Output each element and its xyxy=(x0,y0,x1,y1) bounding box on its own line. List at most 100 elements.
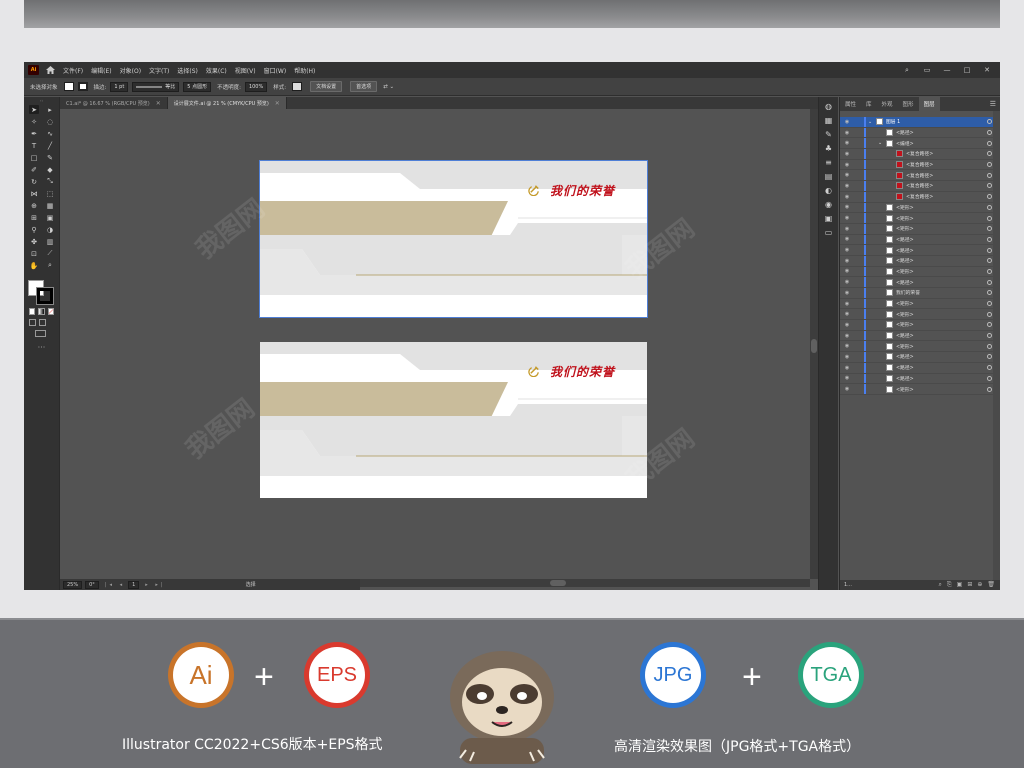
visibility-eye-icon[interactable]: ◉ xyxy=(843,386,851,392)
target-circle-icon[interactable] xyxy=(987,215,992,221)
visibility-eye-icon[interactable]: ◉ xyxy=(843,375,851,381)
arrange-icon[interactable]: ▭ xyxy=(922,65,932,75)
none-mode-icon[interactable] xyxy=(47,308,54,315)
delete-layer-icon[interactable]: 🗑 xyxy=(987,581,995,589)
new-sublayer-icon[interactable]: ⊞ xyxy=(967,581,972,589)
color-mode-icon[interactable] xyxy=(29,308,36,315)
slice-tool-icon[interactable]: ⟋ xyxy=(45,249,55,258)
layer-row[interactable]: ◉ <复合路径> xyxy=(840,149,1000,160)
target-circle-icon[interactable] xyxy=(987,301,992,307)
mesh-tool-icon[interactable]: ⊞ xyxy=(29,213,39,222)
new-layer-icon[interactable]: ⊕ xyxy=(977,581,982,589)
visibility-eye-icon[interactable]: ◉ xyxy=(843,236,851,242)
layer-row[interactable]: ◉ <复合路径> xyxy=(840,170,1000,182)
layer-row[interactable]: ◉ <路径> xyxy=(840,234,1000,246)
line-tool-icon[interactable]: ╱ xyxy=(45,141,55,150)
visibility-eye-icon[interactable]: ◉ xyxy=(843,119,851,125)
type-tool-icon[interactable]: T xyxy=(29,141,39,150)
tab-properties[interactable]: 属性 xyxy=(840,97,861,111)
stroke-swatch[interactable] xyxy=(77,82,88,91)
menu-object[interactable]: 对象(O) xyxy=(120,66,141,75)
layers-scrollbar[interactable] xyxy=(993,111,1000,580)
menu-window[interactable]: 窗口(W) xyxy=(264,66,287,75)
edit-toolbar-icon[interactable]: ··· xyxy=(24,343,59,352)
shape-builder-tool-icon[interactable]: ⊕ xyxy=(29,201,39,210)
draw-mode-icon[interactable] xyxy=(29,319,36,326)
screen-mode-icon[interactable] xyxy=(35,330,46,337)
magic-wand-tool-icon[interactable]: ✧ xyxy=(29,117,39,126)
rotate-view-field[interactable]: 0° xyxy=(85,580,99,589)
pen-tool-icon[interactable]: ✒ xyxy=(29,129,39,138)
blend-tool-icon[interactable]: ◑ xyxy=(45,225,55,234)
arrange-docs-icon[interactable]: ⇄ ⌄ xyxy=(383,84,394,90)
visibility-eye-icon[interactable]: ◉ xyxy=(843,258,851,264)
width-tool-icon[interactable]: ⋈ xyxy=(29,189,39,198)
visibility-eye-icon[interactable]: ◉ xyxy=(843,311,851,317)
layer-row[interactable]: ◉ <复合路径> xyxy=(840,181,1000,192)
zoom-field[interactable]: 25% xyxy=(63,580,83,589)
menu-effect[interactable]: 效果(C) xyxy=(206,66,227,75)
visibility-eye-icon[interactable]: ◉ xyxy=(843,279,851,285)
layer-row[interactable]: ◉ <路径> xyxy=(840,352,1000,363)
menu-file[interactable]: 文件(F) xyxy=(63,66,83,75)
target-circle-icon[interactable] xyxy=(987,258,992,264)
tab-document-2[interactable]: 设计展文件.ai @ 21 % (CMYK/CPU 预览) ✕ xyxy=(167,97,287,109)
stroke-color-box[interactable] xyxy=(36,287,54,305)
vertical-scroll-thumb[interactable] xyxy=(811,339,817,353)
target-circle-icon[interactable] xyxy=(987,204,992,210)
canvas-area[interactable]: 我们的荣誉 我们的荣誉 我图网 我图网 我图网 我图网 xyxy=(60,109,810,579)
rotate-tool-icon[interactable]: ↻ xyxy=(29,177,39,186)
target-circle-icon[interactable] xyxy=(987,290,992,296)
target-circle-icon[interactable] xyxy=(987,279,992,285)
stroke-weight-field[interactable]: 1 pt xyxy=(110,81,129,92)
scale-tool-icon[interactable]: ⤡ xyxy=(45,177,55,186)
lasso-tool-icon[interactable]: ◌ xyxy=(45,117,55,126)
visibility-eye-icon[interactable]: ◉ xyxy=(843,151,851,157)
locate-object-icon[interactable]: ⌕ xyxy=(938,581,941,589)
tab-appearance[interactable]: 外观 xyxy=(877,97,898,111)
maximize-icon[interactable]: □ xyxy=(962,65,972,75)
minimize-icon[interactable]: — xyxy=(942,65,952,75)
draw-behind-icon[interactable] xyxy=(39,319,46,326)
comments-panel-icon[interactable]: ▭ xyxy=(823,227,835,237)
style-swatch[interactable] xyxy=(292,82,303,91)
menu-edit[interactable]: 编辑(E) xyxy=(91,66,111,75)
target-circle-icon[interactable] xyxy=(987,130,992,136)
target-circle-icon[interactable] xyxy=(987,236,992,242)
layer-row[interactable]: ◉ ⌄ 图层 1 xyxy=(840,117,1000,128)
target-circle-icon[interactable] xyxy=(987,194,992,200)
column-graph-tool-icon[interactable]: ▥ xyxy=(45,237,55,246)
target-circle-icon[interactable] xyxy=(987,140,992,146)
tab-document-1[interactable]: C1.ai* @ 16.67 % (RGB/CPU 预览) ✕ xyxy=(60,97,168,109)
layer-row[interactable]: ◉ <矩形> xyxy=(840,202,1000,214)
panel-menu-icon[interactable]: ☰ xyxy=(990,97,1000,111)
visibility-eye-icon[interactable]: ◉ xyxy=(843,343,851,349)
brushes-panel-icon[interactable]: ✎ xyxy=(823,129,835,139)
visibility-eye-icon[interactable]: ◉ xyxy=(843,162,851,168)
paintbrush-tool-icon[interactable]: ✎ xyxy=(45,153,55,162)
symbols-panel-icon[interactable]: ♣ xyxy=(823,143,835,153)
close-icon[interactable]: ✕ xyxy=(156,100,161,107)
layer-row[interactable]: ◉ <矩形> xyxy=(840,213,1000,224)
layer-row[interactable]: ◉ <路径> xyxy=(840,330,1000,342)
target-circle-icon[interactable] xyxy=(987,386,992,392)
target-circle-icon[interactable] xyxy=(987,183,992,189)
tab-libraries[interactable]: 库 xyxy=(861,97,877,111)
layer-row[interactable]: ◉ <复合路径> xyxy=(840,191,1000,203)
gradient-panel-icon[interactable]: ▤ xyxy=(823,171,835,181)
expand-caret-icon[interactable]: ⌄ xyxy=(878,140,882,146)
layer-row[interactable]: ◉ <路径> xyxy=(840,362,1000,374)
layer-row[interactable]: ◉ <矩形> xyxy=(840,223,1000,235)
fill-stroke-control[interactable] xyxy=(28,280,54,305)
target-circle-icon[interactable] xyxy=(987,172,992,178)
visibility-eye-icon[interactable]: ◉ xyxy=(843,354,851,360)
expand-caret-icon[interactable]: ⌄ xyxy=(868,119,872,125)
target-circle-icon[interactable] xyxy=(987,247,992,253)
preferences-button[interactable]: 首选项 xyxy=(350,81,378,92)
visibility-eye-icon[interactable]: ◉ xyxy=(843,322,851,328)
brush-select[interactable]: 5 点圆形 xyxy=(183,81,212,92)
hand-tool-icon[interactable]: ✋ xyxy=(29,261,39,270)
layer-row[interactable]: ◉ <复合路径> xyxy=(840,159,1000,171)
visibility-eye-icon[interactable]: ◉ xyxy=(843,215,851,221)
direct-selection-tool-icon[interactable]: ▸ xyxy=(45,105,55,114)
